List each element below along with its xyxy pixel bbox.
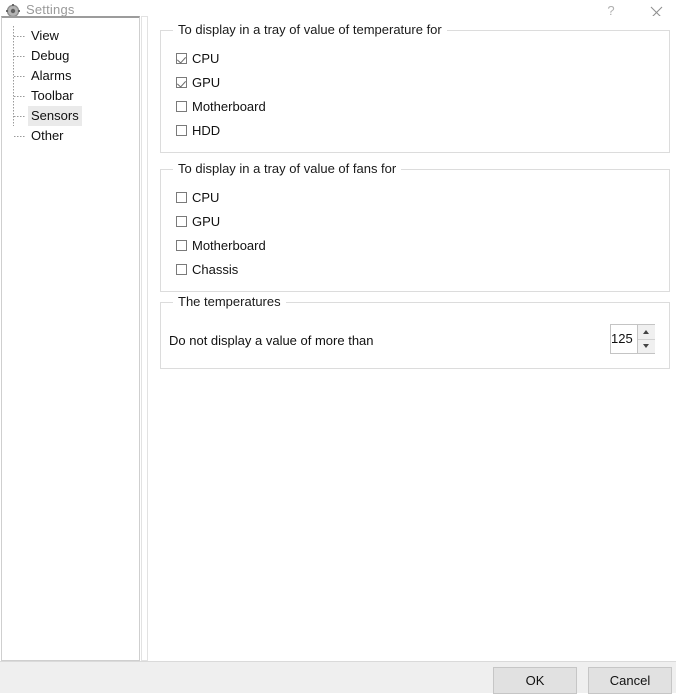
stepper-decrement-button[interactable] [637,338,655,353]
sidebar-item-sensors[interactable]: Sensors [2,106,139,126]
group-fans: To display in a tray of value of fans fo… [160,161,670,292]
checkbox-temperature-cpu[interactable]: CPU [176,49,219,67]
checkbox-temperature-motherboard[interactable]: Motherboard [176,97,266,115]
chevron-down-icon [643,344,650,349]
max-temperature-label: Do not display a value of more than [169,333,374,348]
sidebar-item-label: Sensors [28,106,82,126]
checkbox-fans-motherboard[interactable]: Motherboard [176,236,266,254]
checkbox-icon [176,263,187,275]
checkbox-temperature-hdd[interactable]: HDD [176,121,220,139]
checkbox-icon [176,100,187,112]
tree-branch-icon [14,36,25,37]
tree-branch-icon [14,116,25,117]
stepper-increment-button[interactable] [637,325,655,339]
checkbox-icon [176,124,187,136]
tree-branch-icon [14,76,25,77]
sidebar-item-toolbar[interactable]: Toolbar [2,86,139,106]
chevron-up-icon [643,329,650,334]
checkbox-icon [176,191,187,203]
checkbox-label: CPU [192,50,220,66]
checkbox-label: Motherboard [192,237,266,253]
checkbox-label: CPU [192,189,220,205]
window-title: Settings [26,2,75,17]
dialog-footer: OK Cancel [0,661,676,694]
stepper-buttons [636,325,655,353]
checkbox-label: GPU [192,74,221,90]
settings-content-pane: To display in a tray of value of tempera… [148,16,676,661]
checkbox-fans-chassis[interactable]: Chassis [176,260,238,278]
group-temperatures-title: The temperatures [173,294,286,309]
sidebar-item-other[interactable]: Other [2,126,139,146]
sidebar-item-label: View [31,28,59,43]
sidebar-item-alarms[interactable]: Alarms [2,66,139,86]
checkbox-fans-cpu[interactable]: CPU [176,188,219,206]
tree-item-list: View Debug Alarms Toolbar Sensors Other [2,26,139,146]
max-temperature-input[interactable]: 125 [611,325,637,353]
checkbox-fans-gpu[interactable]: GPU [176,212,220,230]
checkbox-label: Motherboard [192,98,266,114]
sidebar-item-label: Alarms [31,68,72,83]
sidebar-item-label: Debug [31,48,70,63]
max-temperature-stepper[interactable]: 125 [610,324,655,354]
checkbox-icon [176,239,187,251]
checkbox-icon [176,76,187,88]
group-fans-title: To display in a tray of value of fans fo… [173,161,402,176]
tree-branch-icon [14,96,25,97]
group-temperature-title: To display in a tray of value of tempera… [173,22,447,37]
group-temperature: To display in a tray of value of tempera… [160,22,670,153]
tree-branch-icon [14,136,25,137]
sidebar-item-debug[interactable]: Debug [2,46,139,66]
checkbox-icon [176,215,187,227]
sidebar-item-label: Toolbar [31,88,74,103]
cancel-button[interactable]: Cancel [588,667,672,694]
settings-category-tree[interactable]: View Debug Alarms Toolbar Sensors Other [1,16,140,661]
ok-button[interactable]: OK [493,667,577,694]
sidebar-item-view[interactable]: View [2,26,139,46]
checkbox-temperature-gpu[interactable]: GPU [176,73,220,91]
tree-scrollbar[interactable] [141,16,148,661]
checkbox-label: Chassis [192,261,239,277]
tree-branch-icon [14,56,25,57]
checkbox-icon [176,52,187,64]
group-temperatures-threshold: The temperatures Do not display a value … [160,294,670,369]
sidebar-item-label: Other [31,128,64,143]
checkbox-label: GPU [192,213,221,229]
checkbox-label: HDD [192,122,221,138]
